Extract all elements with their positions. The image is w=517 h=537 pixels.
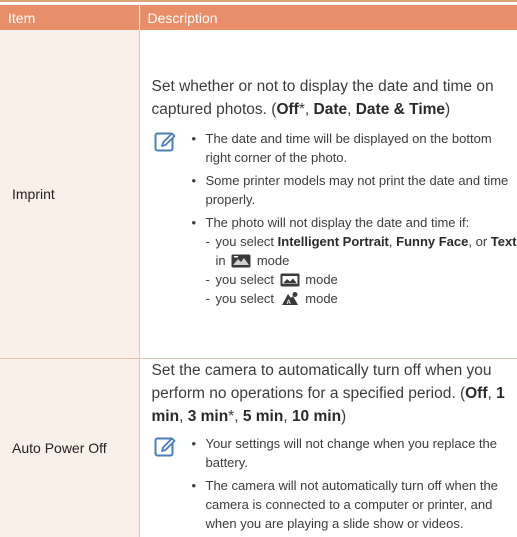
settings-table: Item Description Imprint Set whether or … (0, 5, 517, 537)
note-pencil-icon (154, 131, 176, 153)
header-item: Item (0, 5, 139, 30)
scene-mode-icon (231, 254, 251, 268)
smart-auto-mode-icon: A (280, 291, 300, 306)
description-text: Set the camera to automatically turn off… (152, 359, 517, 428)
note-item: Your settings will not change when you r… (192, 434, 517, 472)
note-block: Your settings will not change when you r… (152, 434, 517, 533)
item-name: Auto Power Off (0, 358, 139, 537)
note-item: Some printer models may not print the da… (192, 171, 517, 209)
item-description: Set whether or not to display the date a… (139, 30, 517, 358)
note-item: The photo will not display the date and … (192, 213, 517, 308)
note-subitem: you select A mode (206, 289, 517, 308)
note-pencil-icon (154, 436, 176, 458)
svg-text:A: A (286, 300, 291, 306)
item-description: Set the camera to automatically turn off… (139, 358, 517, 537)
note-item: The camera will not automatically turn o… (192, 476, 517, 533)
table-row: Auto Power Off Set the camera to automat… (0, 358, 517, 537)
item-name: Imprint (0, 30, 139, 358)
note-subitem: you select mode (206, 270, 517, 289)
description-text: Set whether or not to display the date a… (152, 75, 517, 121)
header-description: Description (139, 5, 517, 30)
note-subitem: you select Intelligent Portrait, Funny F… (206, 232, 517, 270)
table-header-row: Item Description (0, 5, 517, 30)
note-block: The date and time will be displayed on t… (152, 129, 517, 308)
table-row: Imprint Set whether or not to display th… (0, 30, 517, 358)
top-accent-line (0, 0, 517, 2)
note-item: The date and time will be displayed on t… (192, 129, 517, 167)
panorama-mode-icon (280, 273, 300, 287)
